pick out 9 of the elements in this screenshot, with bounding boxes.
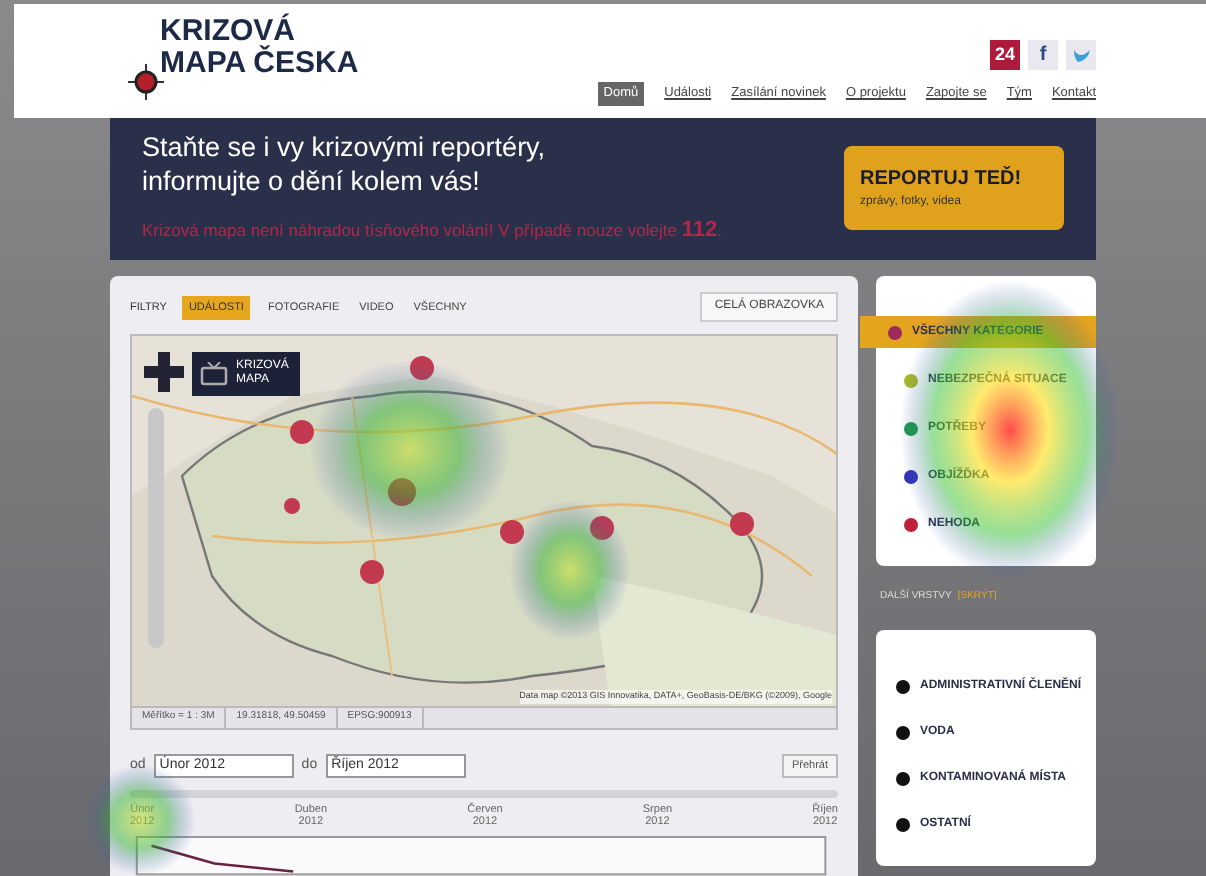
bird-icon[interactable] <box>1066 40 1096 70</box>
emergency-notice: Krizová mapa není náhradou tísňového volání! V případě nouze volejte 112. <box>142 216 722 247</box>
tv-icon <box>200 361 228 386</box>
banner-headline: Staňte se i vy krizovými reportéry, informujte o dění kolem vás! <box>142 130 548 199</box>
crosshair-icon <box>128 64 164 100</box>
tv-link[interactable]: 24 <box>990 40 1020 70</box>
pan-control-icon[interactable] <box>144 351 184 392</box>
social-link[interactable]: f <box>1028 40 1058 70</box>
logo-text[interactable]: KRIZOVÁ MAPA ČESKA <box>160 16 359 80</box>
